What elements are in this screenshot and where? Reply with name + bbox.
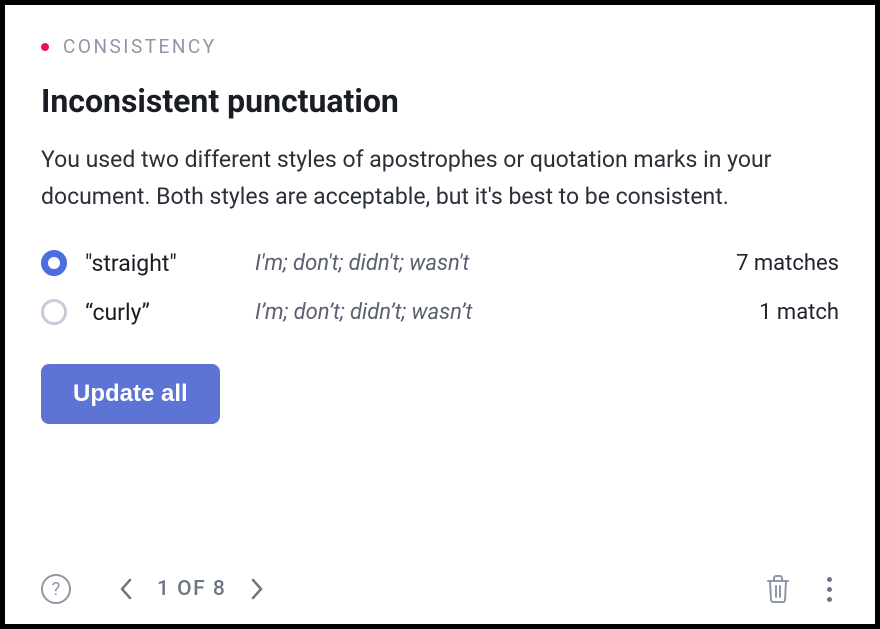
prev-button[interactable] xyxy=(119,578,133,600)
option-label: “curly” xyxy=(85,299,255,326)
option-list: "straight" I'm; don't; didn't; wasn't 7 … xyxy=(41,250,839,326)
option-examples: I’m; don’t; didn’t; wasn’t xyxy=(255,300,759,325)
option-match-count: 1 match xyxy=(759,300,839,325)
dismiss-button[interactable] xyxy=(765,574,791,604)
trash-icon xyxy=(765,574,791,604)
update-all-button[interactable]: Update all xyxy=(41,364,220,424)
option-label: "straight" xyxy=(85,250,255,277)
card-description: You used two different styles of apostro… xyxy=(41,142,839,216)
suggestion-card: CONSISTENCY Inconsistent punctuation You… xyxy=(0,0,880,629)
radio-selected-icon xyxy=(41,250,67,276)
category-header: CONSISTENCY xyxy=(41,35,839,58)
category-dot-icon xyxy=(41,43,49,51)
category-label: CONSISTENCY xyxy=(63,35,217,58)
more-vertical-icon xyxy=(827,577,832,582)
page-indicator: 1 OF 8 xyxy=(157,577,226,601)
more-options-button[interactable] xyxy=(819,577,839,602)
card-title: Inconsistent punctuation xyxy=(41,82,839,120)
chevron-left-icon xyxy=(119,578,133,600)
help-icon[interactable]: ? xyxy=(41,574,71,604)
chevron-right-icon xyxy=(250,578,264,600)
radio-unselected-icon xyxy=(41,299,67,325)
card-footer: ? 1 OF 8 xyxy=(41,568,839,604)
option-examples: I'm; don't; didn't; wasn't xyxy=(255,251,736,276)
option-match-count: 7 matches xyxy=(736,251,839,276)
option-straight[interactable]: "straight" I'm; don't; didn't; wasn't 7 … xyxy=(41,250,839,277)
next-button[interactable] xyxy=(250,578,264,600)
pager: 1 OF 8 xyxy=(119,577,264,601)
option-curly[interactable]: “curly” I’m; don’t; didn’t; wasn’t 1 mat… xyxy=(41,299,839,326)
